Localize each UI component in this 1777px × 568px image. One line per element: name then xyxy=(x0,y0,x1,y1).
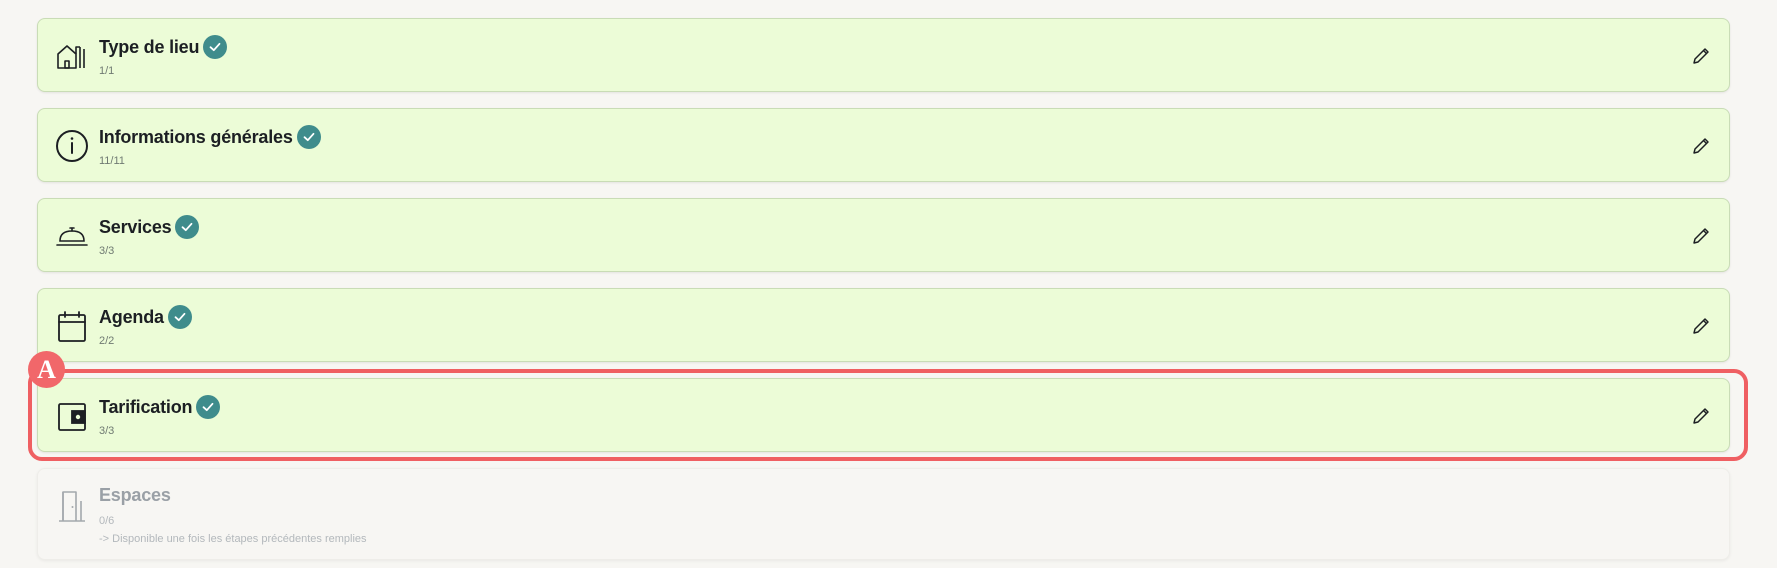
wallet-icon xyxy=(55,399,89,433)
step-count: 0/6 xyxy=(99,515,115,527)
step-card-espaces: Espaces 0/6 -> Disponible une fois les é… xyxy=(37,468,1730,560)
step-count: 1/1 xyxy=(99,65,115,77)
pencil-icon[interactable] xyxy=(1691,46,1711,66)
step-title: Agenda xyxy=(99,306,164,327)
step-card-services[interactable]: Services 3/3 xyxy=(37,198,1730,272)
step-title: Services xyxy=(99,216,172,237)
step-count: 2/2 xyxy=(99,335,115,347)
check-icon xyxy=(196,395,221,419)
pencil-icon[interactable] xyxy=(1691,406,1711,426)
check-icon xyxy=(167,305,192,329)
info-icon xyxy=(55,129,89,163)
step-count: 3/3 xyxy=(99,245,115,257)
pencil-icon[interactable] xyxy=(1691,316,1711,336)
calendar-icon xyxy=(55,309,89,343)
cloche-icon xyxy=(55,219,89,253)
step-hint: -> Disponible une fois les étapes précéd… xyxy=(99,533,367,545)
step-card-informations-generales[interactable]: Informations générales 11/11 xyxy=(37,108,1730,182)
onboarding-steps: Type de lieu 1/1 Informations générales … xyxy=(0,0,1777,568)
step-count: 11/11 xyxy=(99,155,125,167)
step-title: Tarification xyxy=(99,396,193,417)
step-card-agenda[interactable]: Agenda 2/2 xyxy=(37,288,1730,362)
check-icon xyxy=(203,35,228,59)
check-icon xyxy=(296,125,321,149)
check-icon xyxy=(175,215,200,239)
pencil-icon[interactable] xyxy=(1691,226,1711,246)
pencil-icon[interactable] xyxy=(1691,136,1711,156)
step-card-type-de-lieu[interactable]: Type de lieu 1/1 xyxy=(37,18,1730,92)
step-title: Informations générales xyxy=(99,126,293,147)
step-title: Type de lieu xyxy=(99,36,200,57)
house-icon xyxy=(55,39,89,73)
step-count: 3/3 xyxy=(99,425,115,437)
annotation-marker: A xyxy=(28,351,65,388)
step-card-tarification[interactable]: Tarification 3/3 xyxy=(37,378,1730,452)
step-title: Espaces xyxy=(99,485,171,505)
door-icon xyxy=(55,489,89,523)
